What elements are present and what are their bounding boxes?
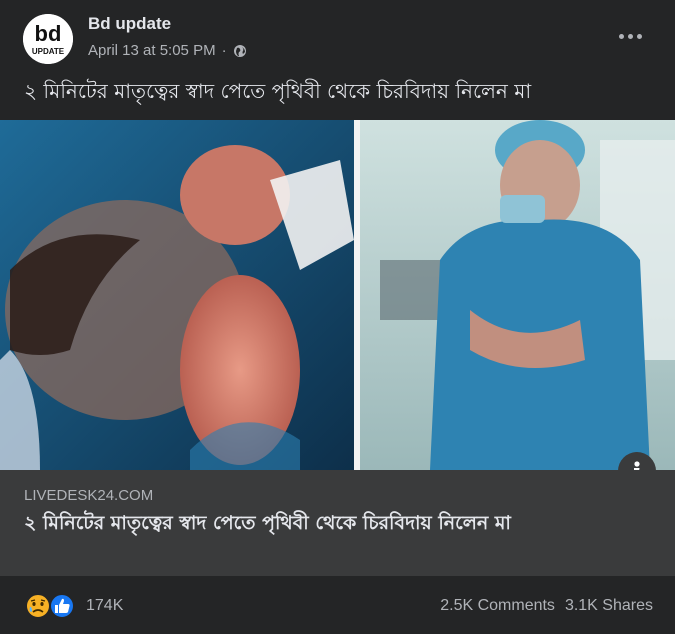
news-photo bbox=[0, 120, 675, 470]
meta-separator: · bbox=[221, 42, 227, 59]
post-stats: 2.5K Comments 3.1K Shares bbox=[440, 597, 653, 615]
post-meta: April 13 at 5:05 PM · bbox=[88, 42, 247, 59]
post-text: ২ মিনিটের মাতৃত্বের স্বাদ পেতে পৃথিবী থে… bbox=[24, 79, 532, 103]
link-title: ২ মিনিটের মাতৃত্বের স্বাদ পেতে পৃথিবী থে… bbox=[24, 512, 511, 534]
sad-reaction-icon bbox=[25, 593, 51, 619]
link-preview[interactable]: LIVEDESK24.COM ২ মিনিটের মাতৃত্বের স্বাদ… bbox=[0, 470, 675, 576]
logo-bottom-text: UPDATE bbox=[32, 47, 65, 56]
engagement-bar: 174K 2.5K Comments 3.1K Shares bbox=[0, 586, 675, 626]
like-reaction-icon bbox=[49, 593, 75, 619]
post-header: bd UPDATE Bd update April 13 at 5:05 PM … bbox=[0, 0, 675, 72]
link-domain: LIVEDESK24.COM bbox=[24, 487, 154, 504]
reaction-count[interactable]: 174K bbox=[86, 597, 123, 615]
globe-icon[interactable] bbox=[233, 44, 247, 58]
comments-count[interactable]: 2.5K Comments bbox=[440, 597, 555, 615]
post-image[interactable] bbox=[0, 120, 675, 470]
logo-top-text: bd bbox=[35, 21, 62, 46]
bd-update-logo: bd UPDATE bbox=[23, 14, 73, 64]
shares-count[interactable]: 3.1K Shares bbox=[565, 597, 653, 615]
more-options-icon[interactable] bbox=[610, 22, 650, 50]
reactions-summary[interactable] bbox=[22, 592, 78, 620]
page-avatar[interactable]: bd UPDATE bbox=[23, 14, 73, 64]
post-timestamp[interactable]: April 13 at 5:05 PM bbox=[88, 42, 216, 59]
page-name-link[interactable]: Bd update bbox=[88, 14, 171, 34]
